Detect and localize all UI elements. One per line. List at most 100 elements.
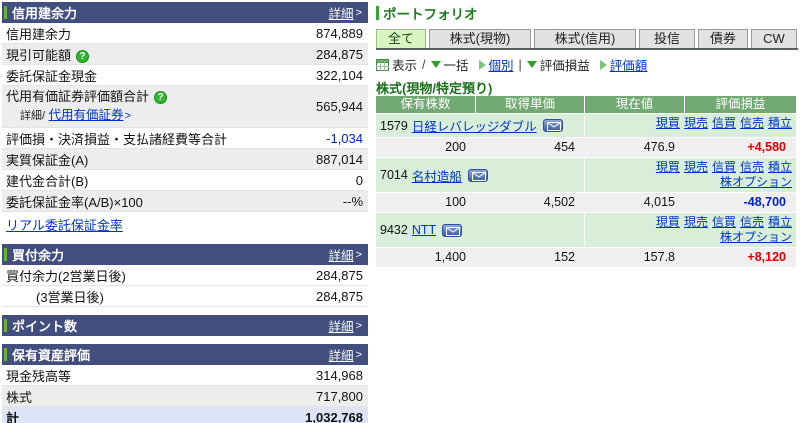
row-label: 建代金合計(B) [6, 173, 89, 189]
price-cell: 476.9 [643, 140, 675, 154]
buy-cash-link[interactable]: 現買 [656, 160, 680, 174]
row-value: --% [342, 193, 363, 209]
table-row: 評価損・決済損益・支払諸経費等合計 -1,034 [2, 128, 368, 149]
stock-identity: 7014 名村造船 [376, 158, 585, 192]
triangle-down-icon [430, 61, 441, 68]
row-value: 284,875 [316, 46, 363, 62]
tab-all[interactable]: 全て [376, 29, 426, 48]
daiyo-yukashoken-link[interactable]: 代用有価証券 [49, 108, 124, 122]
buy-margin-link[interactable]: 信買 [712, 116, 736, 130]
margin-detail-link[interactable]: 詳細 [329, 3, 354, 22]
stock-code: 9432 [380, 223, 408, 237]
holdings-section-title: 株式(現物/特定預り) [376, 81, 493, 96]
chevron-right-icon: > [355, 348, 362, 361]
header-price: 現在値 [585, 96, 685, 113]
sell-margin-link[interactable]: 信売 [740, 215, 764, 229]
buying-power-panel-header: 買付余力 詳細 > [2, 244, 368, 265]
individual-link[interactable]: 個別 [489, 55, 514, 74]
qty-cell: 200 [445, 140, 466, 154]
display-controls: 表示 / 一括 個別 | 評価損益 評価額 [376, 56, 798, 73]
stock-identity: 9432 NTT [376, 213, 585, 247]
accumulate-link[interactable]: 積立 [768, 116, 792, 130]
row-value: 874,889 [316, 25, 363, 41]
table-row: 建代金合計(B) 0 [2, 170, 368, 191]
row-value: -1,034 [326, 130, 363, 146]
mail-icon[interactable] [442, 223, 463, 237]
margin-panel-header: 信用建余力 詳細 > [2, 2, 368, 23]
price-cell: 157.8 [643, 250, 675, 264]
buy-margin-link[interactable]: 信買 [712, 160, 736, 174]
row-value: 284,875 [316, 288, 363, 304]
buy-margin-link[interactable]: 信買 [712, 215, 736, 229]
tab-stock-cash[interactable]: 株式(現物) [429, 29, 531, 48]
stock-name-link[interactable]: 名村造船 [412, 166, 462, 185]
table-row: 現金残高等 314,968 [2, 365, 368, 386]
table-row: 株式 717,800 [2, 386, 368, 407]
buy-cash-link[interactable]: 現買 [656, 116, 680, 130]
stock-option-link[interactable]: 株オプション [720, 175, 792, 189]
stock-name-link[interactable]: 日経レバレッジダブル [412, 116, 537, 135]
help-icon[interactable]: ? [154, 90, 168, 104]
view-label: 表示 [392, 59, 418, 73]
table-row: 実質保証金(A) 887,014 [2, 149, 368, 170]
header-accent-bar [4, 248, 7, 261]
qty-cell: 1,400 [434, 250, 466, 264]
table-row: 信用建余力 874,889 [2, 23, 368, 44]
page: 信用建余力 詳細 > 信用建余力 874,889 現引可能額? 284,875 … [0, 0, 800, 423]
stock-code: 1579 [380, 118, 408, 133]
buy-cash-link[interactable]: 現買 [656, 215, 680, 229]
row-label: 委託保証金現金 [6, 68, 98, 84]
portfolio-title-bar: ポートフォリオ [376, 4, 798, 22]
trade-actions: 現買 現売 信買 信売 積立 株オプション [585, 213, 796, 247]
points-title: ポイント数 [12, 319, 78, 334]
points-detail-link[interactable]: 詳細 [329, 316, 354, 335]
table-row: 買付余力(2営業日後) 284,875 [2, 265, 368, 286]
assets-title: 保有資産評価 [12, 348, 91, 363]
accumulate-link[interactable]: 積立 [768, 160, 792, 174]
mail-icon[interactable] [467, 168, 488, 182]
sell-margin-link[interactable]: 信売 [740, 116, 764, 130]
margin-panel-title: 信用建余力 [12, 6, 78, 21]
row-label: 株式 [6, 389, 33, 405]
row-label: 代用有価証券評価額合計? 詳細/ 代用有価証券> [6, 87, 168, 127]
stock-identity: 1579 日経レバレッジダブル [376, 114, 585, 137]
header-qty: 保有株数 [376, 96, 476, 113]
header-accent-bar [4, 319, 7, 332]
cost-cell: 454 [554, 140, 575, 154]
real-margin-rate-link[interactable]: リアル委託保証金率 [6, 218, 123, 233]
tab-funds[interactable]: 投信 [639, 29, 695, 48]
accumulate-link[interactable]: 積立 [768, 215, 792, 229]
sell-cash-link[interactable]: 現売 [684, 116, 708, 130]
position-data-row: 1,400 152 157.8 +8,120 [376, 247, 796, 267]
pl-cell: -48,700 [743, 195, 786, 209]
pl-cell: +4,580 [747, 140, 786, 154]
stock-name-link[interactable]: NTT [412, 223, 436, 237]
row-label: 評価損・決済損益・支払諸経費等合計 [6, 131, 228, 147]
row-label: 現金残高等 [6, 368, 72, 384]
tab-cw[interactable]: CW [751, 29, 797, 48]
row-value: 0 [355, 172, 363, 188]
tab-bonds[interactable]: 債券 [698, 29, 748, 48]
buying-power-detail-link[interactable]: 詳細 [329, 245, 354, 264]
chevron-right-icon: > [355, 248, 362, 261]
row-value: 314,968 [316, 367, 363, 383]
position-name-row: 9432 NTT 現買 現売 信買 信売 積立 株オプション [376, 212, 796, 247]
sell-cash-link[interactable]: 現売 [684, 160, 708, 174]
total-value: 1,032,768 [305, 410, 363, 423]
assets-detail-link[interactable]: 詳細 [329, 345, 354, 364]
stock-option-link[interactable]: 株オプション [720, 230, 792, 244]
row-label: 信用建余力 [6, 26, 72, 42]
table-row: 委託保証金現金 322,104 [2, 65, 368, 86]
sell-cash-link[interactable]: 現売 [684, 215, 708, 229]
stock-code: 7014 [380, 168, 408, 182]
valuation-link[interactable]: 評価額 [610, 55, 648, 74]
header-accent-bar [4, 6, 7, 19]
separator: / [422, 57, 426, 72]
help-icon[interactable]: ? [76, 49, 90, 63]
sell-margin-link[interactable]: 信売 [740, 160, 764, 174]
position-name-row: 1579 日経レバレッジダブル 現買 現売 信買 信売 積立 [376, 113, 796, 137]
tab-stock-margin[interactable]: 株式(信用) [534, 29, 636, 48]
total-label: 計 [6, 411, 20, 423]
row-label: 委託保証金率(A/B)×100 [6, 194, 143, 210]
mail-icon[interactable] [542, 119, 563, 132]
